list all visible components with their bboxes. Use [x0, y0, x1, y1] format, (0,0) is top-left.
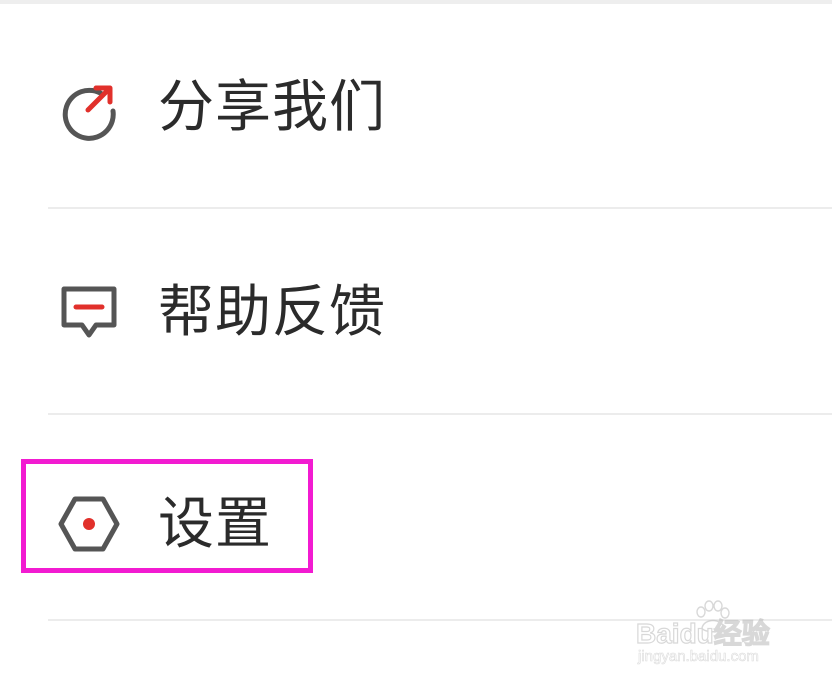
share-icon	[56, 76, 122, 142]
menu-item-feedback[interactable]: 帮助反馈	[0, 209, 832, 414]
settings-menu-screen: 分享我们 帮助反馈 设置 Baidu经验 jingyan.baidu.com	[0, 0, 832, 688]
watermark-url: jingyan.baidu.com	[638, 648, 760, 666]
feedback-icon	[56, 279, 122, 345]
menu-item-label: 设置	[158, 492, 272, 557]
settings-icon	[56, 491, 122, 557]
menu-item-settings[interactable]: 设置	[0, 415, 832, 620]
menu-item-label: 帮助反馈	[158, 280, 386, 345]
menu-item-share[interactable]: 分享我们	[0, 4, 832, 209]
menu-item-label: 分享我们	[158, 75, 386, 140]
watermark-logo-text: Baidu经验	[635, 617, 770, 649]
baidu-jingyan-watermark: Baidu经验 jingyan.baidu.com	[630, 600, 790, 672]
